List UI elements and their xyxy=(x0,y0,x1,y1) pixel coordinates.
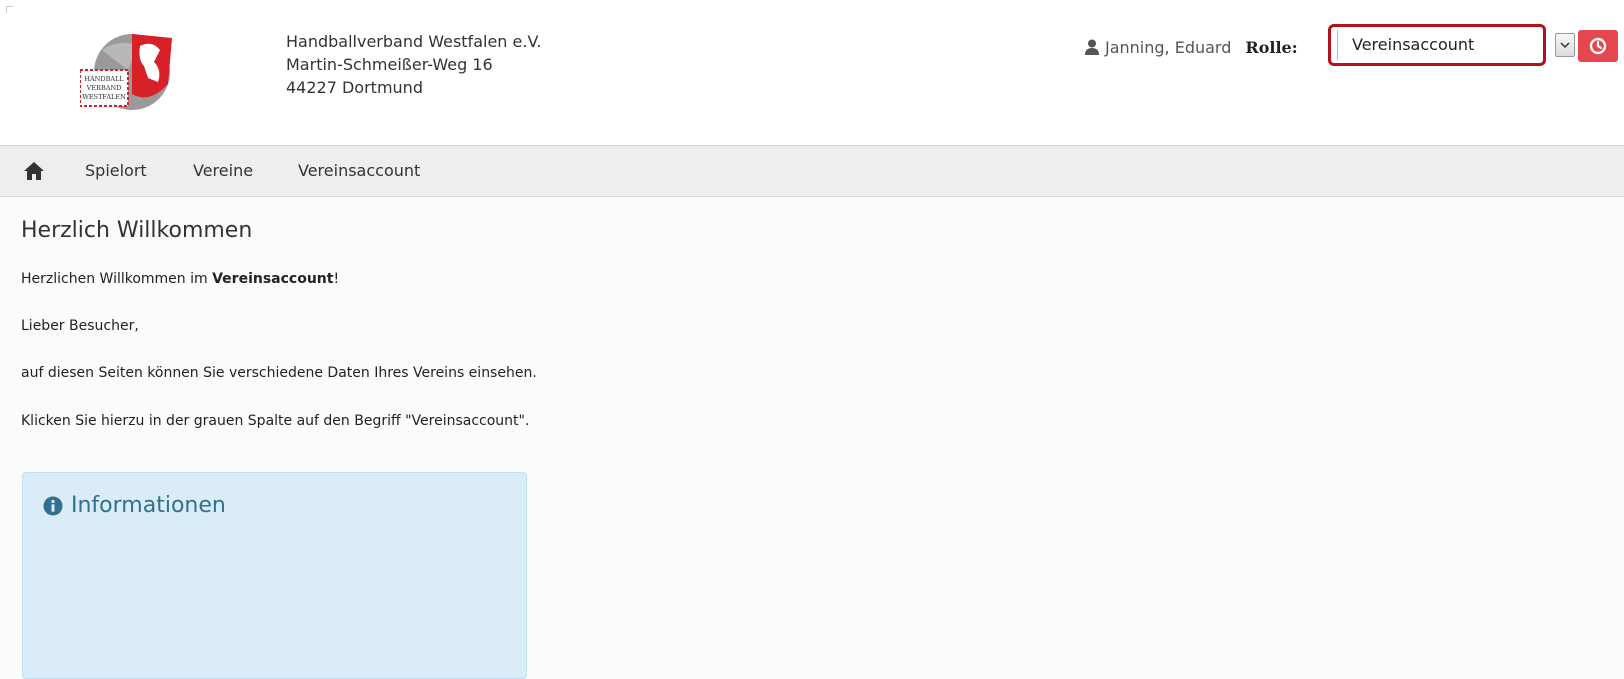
role-select-value: Vereinsaccount xyxy=(1337,30,1537,60)
user-info: Janning, Eduard Rolle: xyxy=(1085,36,1298,58)
welcome-prefix: Herzlichen Willkommen im xyxy=(21,271,213,287)
nav-item-vereinsaccount[interactable]: Vereinsaccount xyxy=(298,161,420,181)
welcome-text: Herzlichen Willkommen im Vereinsaccount! xyxy=(21,271,339,287)
role-dropdown-button[interactable] xyxy=(1555,33,1575,57)
info-line-2: Klicken Sie hierzu in der grauen Spalte … xyxy=(21,413,530,429)
org-street: Martin-Schmeißer-Weg 16 xyxy=(286,55,493,74)
header: HANDBALL VERBAND WESTFALEN Handballverba… xyxy=(0,0,1624,145)
home-icon[interactable] xyxy=(23,160,45,182)
nav-item-vereine[interactable]: Vereine xyxy=(193,161,253,181)
welcome-bold: Vereinsaccount xyxy=(212,271,334,287)
org-address: Handballverband Westfalen e.V. Martin-Sc… xyxy=(286,30,541,99)
power-icon xyxy=(1589,37,1607,55)
org-name: Handballverband Westfalen e.V. xyxy=(286,32,542,51)
info-panel: Informationen xyxy=(22,472,527,679)
info-panel-title: Informationen xyxy=(71,493,226,518)
corner-mark xyxy=(6,6,13,13)
org-city: 44227 Dortmund xyxy=(286,78,423,97)
role-label: Rolle: xyxy=(1245,37,1298,57)
user-icon xyxy=(1085,39,1099,55)
logout-button[interactable] xyxy=(1578,30,1618,62)
handballverband-logo: HANDBALL VERBAND WESTFALEN xyxy=(80,34,172,110)
role-select[interactable]: Vereinsaccount xyxy=(1328,24,1546,66)
info-panel-header: Informationen xyxy=(43,493,226,518)
page-title: Herzlich Willkommen xyxy=(21,218,253,243)
logo-text-line-3: WESTFALEN xyxy=(82,93,126,101)
logo-text-line-2: VERBAND xyxy=(86,84,122,92)
nav-item-spielort[interactable]: Spielort xyxy=(85,161,147,181)
greeting-text: Lieber Besucher, xyxy=(21,318,139,334)
logo-text-line-1: HANDBALL xyxy=(84,75,124,83)
info-line-1: auf diesen Seiten können Sie verschieden… xyxy=(21,365,537,381)
user-name[interactable]: Janning, Eduard xyxy=(1105,38,1231,57)
welcome-suffix: ! xyxy=(333,271,340,287)
chevron-down-icon xyxy=(1560,41,1570,48)
main-navbar: Spielort Vereine Vereinsaccount xyxy=(0,145,1624,197)
info-circle-icon xyxy=(43,496,63,515)
